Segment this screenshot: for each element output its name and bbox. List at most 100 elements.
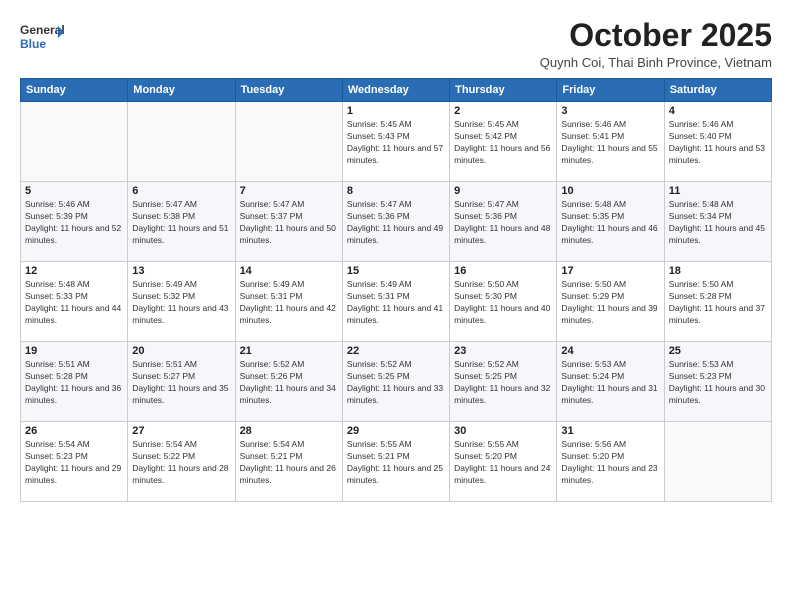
day-number: 10 [561, 185, 659, 197]
day-info: Sunrise: 5:51 AM Sunset: 5:27 PM Dayligh… [132, 359, 230, 407]
day-info: Sunrise: 5:54 AM Sunset: 5:21 PM Dayligh… [240, 439, 338, 487]
day-info: Sunrise: 5:47 AM Sunset: 5:37 PM Dayligh… [240, 199, 338, 247]
table-row: 13 Sunrise: 5:49 AM Sunset: 5:32 PM Dayli… [128, 262, 235, 342]
logo: General Blue [20, 18, 64, 56]
calendar-week-row: 12 Sunrise: 5:48 AM Sunset: 5:33 PM Dayli… [21, 262, 772, 342]
table-row: 29 Sunrise: 5:55 AM Sunset: 5:21 PM Dayli… [342, 422, 449, 502]
day-number: 3 [561, 105, 659, 117]
day-info: Sunrise: 5:49 AM Sunset: 5:31 PM Dayligh… [240, 279, 338, 327]
col-saturday: Saturday [664, 79, 771, 102]
day-info: Sunrise: 5:46 AM Sunset: 5:39 PM Dayligh… [25, 199, 123, 247]
calendar-header-row: Sunday Monday Tuesday Wednesday Thursday… [21, 79, 772, 102]
table-row: 7 Sunrise: 5:47 AM Sunset: 5:37 PM Daylig… [235, 182, 342, 262]
calendar-week-row: 1Sunrise: 5:45 AM Sunset: 5:43 PM Daylig… [21, 102, 772, 182]
day-number: 9 [454, 185, 552, 197]
day-number: 6 [132, 185, 230, 197]
table-row: 8Sunrise: 5:47 AM Sunset: 5:36 PM Daylig… [342, 182, 449, 262]
day-info: Sunrise: 5:45 AM Sunset: 5:42 PM Dayligh… [454, 119, 552, 167]
table-row: 23Sunrise: 5:52 AM Sunset: 5:25 PM Dayli… [450, 342, 557, 422]
day-number: 11 [669, 185, 767, 197]
day-number: 19 [25, 345, 123, 357]
table-row [664, 422, 771, 502]
day-number: 28 [240, 425, 338, 437]
day-info: Sunrise: 5:49 AM Sunset: 5:32 PM Dayligh… [132, 279, 230, 327]
calendar-week-row: 19 Sunrise: 5:51 AM Sunset: 5:28 PM Dayli… [21, 342, 772, 422]
day-info: Sunrise: 5:53 AM Sunset: 5:23 PM Dayligh… [669, 359, 767, 407]
day-info: Sunrise: 5:46 AM Sunset: 5:41 PM Dayligh… [561, 119, 659, 167]
day-number: 12 [25, 265, 123, 277]
day-number: 26 [25, 425, 123, 437]
table-row: 15 Sunrise: 5:49 AM Sunset: 5:31 PM Dayli… [342, 262, 449, 342]
table-row: 17 Sunrise: 5:50 AM Sunset: 5:29 PM Dayli… [557, 262, 664, 342]
table-row: 21Sunrise: 5:52 AM Sunset: 5:26 PM Dayli… [235, 342, 342, 422]
calendar-week-row: 5 Sunrise: 5:46 AM Sunset: 5:39 PM Daylig… [21, 182, 772, 262]
table-row: 6 Sunrise: 5:47 AM Sunset: 5:38 PM Daylig… [128, 182, 235, 262]
day-info: Sunrise: 5:45 AM Sunset: 5:43 PM Dayligh… [347, 119, 445, 167]
day-number: 15 [347, 265, 445, 277]
day-number: 29 [347, 425, 445, 437]
day-number: 24 [561, 345, 659, 357]
day-info: Sunrise: 5:46 AM Sunset: 5:40 PM Dayligh… [669, 119, 767, 167]
day-number: 30 [454, 425, 552, 437]
day-number: 7 [240, 185, 338, 197]
day-number: 18 [669, 265, 767, 277]
day-info: Sunrise: 5:47 AM Sunset: 5:36 PM Dayligh… [347, 199, 445, 247]
location-subtitle: Quynh Coi, Thai Binh Province, Vietnam [540, 55, 772, 70]
day-number: 17 [561, 265, 659, 277]
table-row: 28 Sunrise: 5:54 AM Sunset: 5:21 PM Dayli… [235, 422, 342, 502]
page: General Blue October 2025 Quynh Coi, Tha… [0, 0, 792, 612]
day-number: 4 [669, 105, 767, 117]
table-row: 26 Sunrise: 5:54 AM Sunset: 5:23 PM Dayli… [21, 422, 128, 502]
svg-text:General: General [20, 23, 64, 37]
day-info: Sunrise: 5:47 AM Sunset: 5:36 PM Dayligh… [454, 199, 552, 247]
table-row: 30 Sunrise: 5:55 AM Sunset: 5:20 PM Dayli… [450, 422, 557, 502]
day-info: Sunrise: 5:50 AM Sunset: 5:30 PM Dayligh… [454, 279, 552, 327]
table-row: 19 Sunrise: 5:51 AM Sunset: 5:28 PM Dayli… [21, 342, 128, 422]
day-number: 5 [25, 185, 123, 197]
day-info: Sunrise: 5:48 AM Sunset: 5:35 PM Dayligh… [561, 199, 659, 247]
col-thursday: Thursday [450, 79, 557, 102]
table-row: 31 Sunrise: 5:56 AM Sunset: 5:20 PM Dayli… [557, 422, 664, 502]
calendar-week-row: 26 Sunrise: 5:54 AM Sunset: 5:23 PM Dayli… [21, 422, 772, 502]
day-number: 13 [132, 265, 230, 277]
col-tuesday: Tuesday [235, 79, 342, 102]
col-sunday: Sunday [21, 79, 128, 102]
svg-text:Blue: Blue [20, 37, 46, 51]
table-row: 22Sunrise: 5:52 AM Sunset: 5:25 PM Dayli… [342, 342, 449, 422]
table-row: 4 Sunrise: 5:46 AM Sunset: 5:40 PM Daylig… [664, 102, 771, 182]
day-info: Sunrise: 5:54 AM Sunset: 5:23 PM Dayligh… [25, 439, 123, 487]
table-row [128, 102, 235, 182]
day-info: Sunrise: 5:48 AM Sunset: 5:33 PM Dayligh… [25, 279, 123, 327]
table-row: 12 Sunrise: 5:48 AM Sunset: 5:33 PM Dayli… [21, 262, 128, 342]
table-row: 1Sunrise: 5:45 AM Sunset: 5:43 PM Daylig… [342, 102, 449, 182]
table-row: 11Sunrise: 5:48 AM Sunset: 5:34 PM Dayli… [664, 182, 771, 262]
day-info: Sunrise: 5:52 AM Sunset: 5:26 PM Dayligh… [240, 359, 338, 407]
day-info: Sunrise: 5:50 AM Sunset: 5:29 PM Dayligh… [561, 279, 659, 327]
table-row: 25Sunrise: 5:53 AM Sunset: 5:23 PM Dayli… [664, 342, 771, 422]
day-info: Sunrise: 5:52 AM Sunset: 5:25 PM Dayligh… [454, 359, 552, 407]
day-info: Sunrise: 5:55 AM Sunset: 5:20 PM Dayligh… [454, 439, 552, 487]
table-row: 2Sunrise: 5:45 AM Sunset: 5:42 PM Daylig… [450, 102, 557, 182]
day-info: Sunrise: 5:56 AM Sunset: 5:20 PM Dayligh… [561, 439, 659, 487]
day-info: Sunrise: 5:49 AM Sunset: 5:31 PM Dayligh… [347, 279, 445, 327]
table-row: 20Sunrise: 5:51 AM Sunset: 5:27 PM Dayli… [128, 342, 235, 422]
table-row: 14 Sunrise: 5:49 AM Sunset: 5:31 PM Dayli… [235, 262, 342, 342]
col-wednesday: Wednesday [342, 79, 449, 102]
col-friday: Friday [557, 79, 664, 102]
col-monday: Monday [128, 79, 235, 102]
table-row: 10 Sunrise: 5:48 AM Sunset: 5:35 PM Dayli… [557, 182, 664, 262]
day-number: 31 [561, 425, 659, 437]
table-row: 27Sunrise: 5:54 AM Sunset: 5:22 PM Dayli… [128, 422, 235, 502]
day-info: Sunrise: 5:47 AM Sunset: 5:38 PM Dayligh… [132, 199, 230, 247]
day-number: 16 [454, 265, 552, 277]
table-row [21, 102, 128, 182]
day-info: Sunrise: 5:55 AM Sunset: 5:21 PM Dayligh… [347, 439, 445, 487]
table-row: 5 Sunrise: 5:46 AM Sunset: 5:39 PM Daylig… [21, 182, 128, 262]
day-info: Sunrise: 5:52 AM Sunset: 5:25 PM Dayligh… [347, 359, 445, 407]
table-row: 16 Sunrise: 5:50 AM Sunset: 5:30 PM Dayli… [450, 262, 557, 342]
table-row: 24Sunrise: 5:53 AM Sunset: 5:24 PM Dayli… [557, 342, 664, 422]
day-number: 14 [240, 265, 338, 277]
header: General Blue October 2025 Quynh Coi, Tha… [20, 18, 772, 70]
day-info: Sunrise: 5:54 AM Sunset: 5:22 PM Dayligh… [132, 439, 230, 487]
day-info: Sunrise: 5:51 AM Sunset: 5:28 PM Dayligh… [25, 359, 123, 407]
